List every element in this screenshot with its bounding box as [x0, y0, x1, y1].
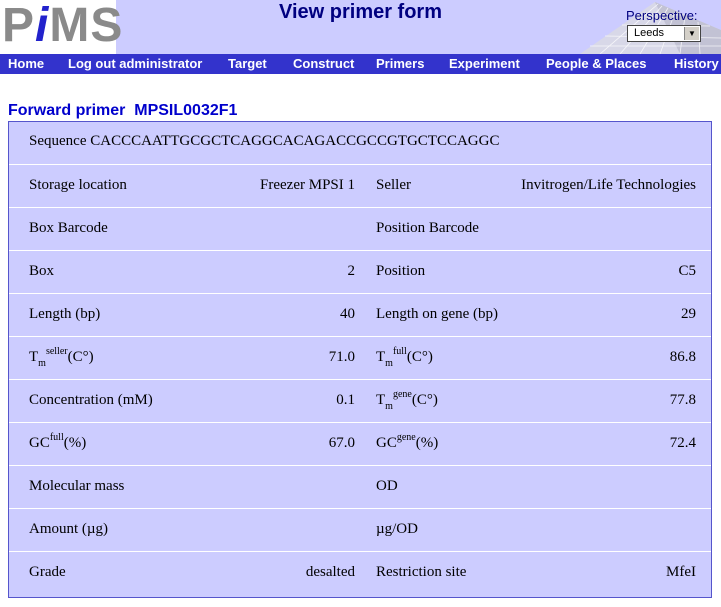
- primer-heading: Forward primer MPSIL0032F1: [8, 102, 238, 119]
- position-label: Position: [376, 263, 426, 279]
- length-on-gene-value: 29: [681, 306, 696, 322]
- restriction-site-value: MfeI: [666, 564, 696, 580]
- chevron-down-icon[interactable]: ▼: [684, 27, 699, 40]
- restriction-site-label: Restriction site: [376, 564, 467, 580]
- detail-row: Tmseller(C°) 71.0 Tmfull(C°) 86.8: [9, 337, 711, 380]
- tm-full-label: Tmfull(C°): [376, 346, 433, 369]
- nav-home[interactable]: Home: [8, 56, 44, 71]
- tm-gene-label: Tmgene(C°): [376, 389, 438, 412]
- grade-value: desalted: [305, 564, 355, 580]
- position-barcode-label: Position Barcode: [376, 220, 479, 236]
- box-value: 2: [347, 263, 356, 279]
- concentration-label: Concentration (mM): [29, 392, 153, 408]
- tm-seller-label: Tmseller(C°): [29, 346, 94, 369]
- amount-label: Amount (µg): [29, 521, 109, 537]
- detail-row: Storage location Freezer MPSI 1 Seller I…: [9, 165, 711, 208]
- detail-row: Length (bp) 40 Length on gene (bp) 29: [9, 294, 711, 337]
- concentration-value: 0.1: [336, 392, 355, 408]
- storage-location-label: Storage location: [29, 177, 127, 193]
- od-label: OD: [376, 478, 398, 494]
- gc-full-value: 67.0: [328, 435, 355, 451]
- seller-value: Invitrogen/Life Technologies: [521, 177, 696, 193]
- primer-details-panel: Sequence CACCCAATTGCGCTCAGGCACAGACCGCCGT…: [8, 121, 712, 598]
- tm-gene-value: 77.8: [669, 392, 696, 408]
- nav-history[interactable]: History: [674, 56, 719, 71]
- gc-full-label: GCfull(%): [29, 432, 87, 451]
- perspective-label: Perspective:: [626, 8, 698, 23]
- nav-experiment[interactable]: Experiment: [449, 56, 520, 71]
- sequence-field: Sequence CACCCAATTGCGCTCAGGCACAGACCGCCGT…: [29, 133, 499, 150]
- perspective-value: Leeds: [634, 27, 664, 39]
- perspective-select[interactable]: Leeds ▼: [627, 25, 701, 42]
- sequence-row: Sequence CACCCAATTGCGCTCAGGCACAGACCGCCGT…: [9, 122, 711, 165]
- nav-primers[interactable]: Primers: [376, 56, 424, 71]
- gc-gene-value: 72.4: [669, 435, 696, 451]
- tm-full-value: 86.8: [669, 349, 696, 365]
- detail-row: Molecular mass OD: [9, 466, 711, 509]
- header-bar: PiMS View primer form Perspective: Leeds…: [0, 0, 721, 54]
- detail-row: GCfull(%) 67.0 GCgene(%) 72.4: [9, 423, 711, 466]
- detail-row: Grade desalted Restriction site MfeI: [9, 552, 711, 595]
- grade-label: Grade: [29, 564, 66, 580]
- detail-row: Box Barcode Position Barcode: [9, 208, 711, 251]
- nav-target[interactable]: Target: [228, 56, 267, 71]
- tm-seller-value: 71.0: [328, 349, 355, 365]
- ug-od-label: µg/OD: [376, 521, 418, 537]
- length-on-gene-label: Length on gene (bp): [376, 306, 499, 322]
- box-label: Box: [29, 263, 55, 279]
- length-value: 40: [340, 306, 355, 322]
- box-barcode-label: Box Barcode: [29, 220, 108, 236]
- storage-location-value: Freezer MPSI 1: [260, 177, 355, 193]
- detail-row: Box 2 Position C5: [9, 251, 711, 294]
- nav-construct[interactable]: Construct: [293, 56, 354, 71]
- molecular-mass-label: Molecular mass: [29, 478, 125, 494]
- sequence-label: Sequence: [29, 133, 87, 149]
- nav-people-places[interactable]: People & Places: [546, 56, 646, 71]
- length-label: Length (bp): [29, 306, 101, 322]
- nav-log-out[interactable]: Log out administrator: [68, 56, 202, 71]
- gc-gene-label: GCgene(%): [376, 432, 439, 451]
- sequence-value: CACCCAATTGCGCTCAGGCACAGACCGCCGTGCTCCAGGC: [90, 133, 500, 149]
- detail-row: Concentration (mM) 0.1 Tmgene(C°) 77.8: [9, 380, 711, 423]
- detail-row: Amount (µg) µg/OD: [9, 509, 711, 552]
- main-nav: Home Log out administrator Target Constr…: [0, 54, 721, 74]
- seller-label: Seller: [376, 177, 411, 193]
- position-value: C5: [678, 263, 696, 279]
